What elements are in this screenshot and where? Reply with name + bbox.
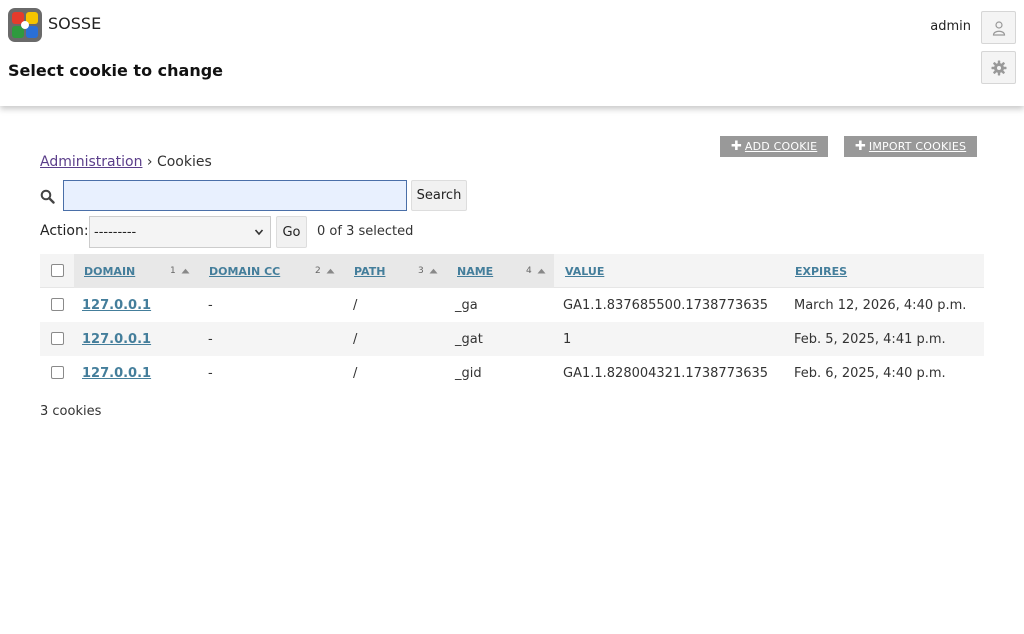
domain-link[interactable]: 127.0.0.1	[82, 298, 151, 313]
plus-icon: ✚	[855, 139, 866, 154]
table-row: 127.0.0.1 - / _ga GA1.1.837685500.173877…	[40, 288, 984, 322]
settings-button[interactable]	[981, 51, 1016, 84]
selection-counter: 0 of 3 selected	[317, 224, 414, 239]
name-cell: _gid	[455, 365, 482, 381]
table-header: Domain 1 Domain CC 2 Path 3 Name 4 Value…	[40, 254, 984, 288]
user-icon	[992, 20, 1005, 36]
app-name[interactable]: SOSSE	[48, 14, 101, 33]
sosse-logo[interactable]	[8, 8, 42, 42]
sort-indicator-domain[interactable]: 1	[170, 254, 190, 288]
add-cookie-label: Add cookie	[744, 140, 818, 153]
search-icon	[40, 189, 55, 204]
action-select[interactable]: ---------	[89, 216, 271, 248]
column-header-path[interactable]: Path	[354, 254, 385, 288]
add-cookie-button[interactable]: ✚ Add cookie	[720, 136, 829, 157]
breadcrumb-administration-link[interactable]: Administration	[40, 154, 142, 170]
row-checkbox[interactable]	[51, 366, 64, 379]
go-button[interactable]: Go	[276, 216, 307, 248]
column-header-domain-cc[interactable]: Domain CC	[209, 254, 280, 288]
path-cell: /	[353, 365, 358, 381]
search-input[interactable]	[63, 180, 407, 211]
table-row: 127.0.0.1 - / _gat 1 Feb. 5, 2025, 4:41 …	[40, 322, 984, 356]
select-all-checkbox[interactable]	[51, 264, 64, 277]
domain-cc-cell: -	[208, 297, 213, 313]
import-cookies-button[interactable]: ✚ Import cookies	[844, 136, 978, 157]
action-label: Action:	[40, 223, 89, 239]
column-header-expires[interactable]: Expires	[795, 254, 847, 288]
path-cell: /	[353, 331, 358, 347]
expires-cell: Feb. 5, 2025, 4:41 p.m.	[794, 331, 946, 347]
name-cell: _ga	[455, 297, 478, 313]
domain-link[interactable]: 127.0.0.1	[82, 366, 151, 381]
sort-ascending-icon	[537, 268, 546, 274]
sort-ascending-icon	[181, 268, 190, 274]
result-count: 3 cookies	[40, 404, 102, 419]
expires-cell: Feb. 6, 2025, 4:40 p.m.	[794, 365, 946, 381]
column-header-domain[interactable]: Domain	[84, 254, 135, 288]
column-header-value[interactable]: Value	[565, 254, 604, 288]
action-select-value: ---------	[94, 224, 137, 240]
cookies-table: Domain 1 Domain CC 2 Path 3 Name 4 Value…	[40, 254, 984, 390]
user-name: admin	[930, 19, 971, 34]
domain-cc-cell: -	[208, 365, 213, 381]
header: SOSSE Select cookie to change admin	[0, 0, 1024, 106]
sort-ascending-icon	[429, 268, 438, 274]
search-button[interactable]: Search	[411, 180, 467, 211]
plus-icon: ✚	[731, 139, 742, 154]
chevron-down-icon	[254, 229, 264, 236]
row-checkbox[interactable]	[51, 298, 64, 311]
sort-indicator-name[interactable]: 4	[526, 254, 546, 288]
path-cell: /	[353, 297, 358, 313]
expires-cell: March 12, 2026, 4:40 p.m.	[794, 297, 967, 313]
breadcrumb: Administration › Cookies	[40, 154, 212, 170]
row-checkbox[interactable]	[51, 332, 64, 345]
breadcrumb-current: Cookies	[156, 154, 212, 170]
table-row: 127.0.0.1 - / _gid GA1.1.828004321.17387…	[40, 356, 984, 390]
gear-icon	[991, 60, 1006, 75]
domain-cc-cell: -	[208, 331, 213, 347]
sort-indicator-path[interactable]: 3	[418, 254, 438, 288]
breadcrumb-separator: ›	[146, 154, 153, 170]
value-cell: GA1.1.837685500.1738773635	[563, 297, 769, 313]
name-cell: _gat	[455, 331, 483, 347]
user-menu-button[interactable]	[981, 11, 1016, 44]
value-cell: 1	[563, 331, 572, 347]
sort-indicator-domain-cc[interactable]: 2	[315, 254, 335, 288]
page-title: Select cookie to change	[8, 61, 224, 80]
import-cookies-label: Import cookies	[868, 140, 967, 153]
sort-ascending-icon	[326, 268, 335, 274]
domain-link[interactable]: 127.0.0.1	[82, 332, 151, 347]
value-cell: GA1.1.828004321.1738773635	[563, 365, 769, 381]
column-header-name[interactable]: Name	[457, 254, 493, 288]
